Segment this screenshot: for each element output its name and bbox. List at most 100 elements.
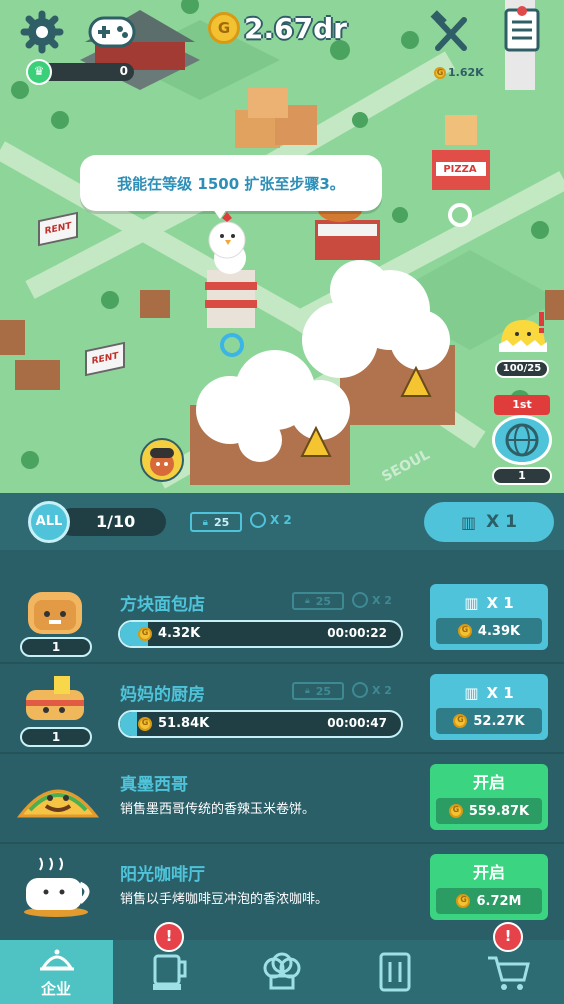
unlock-cost: 6.72M [476, 893, 522, 909]
lock-icon: 🔒︎ [304, 686, 310, 696]
business-list[interactable]: 2 1 方块面包店 🔒︎ 25 X 2 4.32K 00:00:22 ▥ X 1 [0, 493, 564, 940]
chick-counter: 100/25 [495, 360, 549, 378]
business-name: 妈妈的厨房 [120, 685, 205, 705]
level-lock-value: 25 [214, 515, 230, 529]
speed-indicator: X 2 [250, 512, 292, 528]
unlock-button[interactable]: 开启 559.87K [430, 764, 548, 830]
speed-tag: X 2 [352, 682, 392, 698]
chicken-mascot[interactable] [206, 212, 248, 260]
coin-icon [457, 624, 472, 638]
unlock-label: 开启 [472, 863, 505, 882]
building-icon: ▥ [461, 512, 477, 532]
gold-coin-icon: G [208, 12, 240, 44]
currency-display: G 2.67dr [208, 10, 347, 46]
business-name: 真墨西哥 [120, 775, 188, 795]
business-level: 1 [20, 637, 92, 657]
upgrade-multiplier: X 1 [486, 684, 514, 702]
build-tools-button[interactable] [428, 10, 474, 54]
business-level: 1 [20, 727, 92, 747]
lock-icon: 🔒︎ [304, 596, 310, 606]
coin-icon [448, 804, 463, 818]
hammer-wrench-icon [430, 10, 467, 51]
filter-all-button[interactable]: ALL [28, 501, 70, 543]
chef-hat-icon [262, 952, 302, 992]
currency-value: 2.67dr [244, 11, 347, 45]
list-item: 1 妈妈的厨房 🔒︎ 25 X 2 51.84K 00:00:47 ▥ X 1 … [0, 662, 564, 754]
city-map[interactable]: RENT RENT PIZZA SEOUL G 2.67dr ♛ 0 G 1.6… [0, 0, 564, 493]
multiplier-button[interactable]: ▥ X 1 [424, 502, 554, 542]
worker-icon [150, 448, 174, 476]
progress-text: 1/10 [96, 512, 136, 531]
notification-badge: ! [493, 922, 523, 952]
business-description: 销售以手烤咖啡豆冲泡的香浓咖啡。 [120, 892, 329, 907]
coin-icon [456, 894, 471, 908]
lock-icon: 🔒︎ [202, 516, 208, 528]
shopping-cart-icon [486, 954, 530, 992]
panel-header: ALL 1/10 🔒︎ 25 X 2 ▥ X 1 [0, 493, 564, 550]
chick-icon [499, 312, 547, 352]
coin-icon [138, 627, 152, 641]
taco-icon [16, 770, 100, 824]
notification-badge: ! [154, 922, 184, 952]
unlock-label: 开启 [472, 773, 505, 792]
tab-menu[interactable] [339, 940, 452, 1004]
pizza-income-tag[interactable]: 1.62K [434, 66, 484, 79]
business-name: 方块面包店 [120, 595, 205, 615]
rank-label: 1st [494, 395, 550, 415]
speech-text: 我能在等级 1500 扩张至步骤3。 [117, 174, 345, 193]
coin-icon [138, 717, 152, 731]
building-icon: ▥ [464, 594, 479, 612]
worker-avatar[interactable] [140, 438, 184, 482]
progress-fill [120, 712, 137, 736]
toast-icon [24, 584, 86, 636]
business-name: 阳光咖啡厅 [120, 865, 205, 885]
list-item: 1 方块面包店 🔒︎ 25 X 2 4.32K 00:00:22 ▥ X 1 4… [0, 572, 564, 664]
clock-icon [250, 512, 266, 528]
speed-tag: X 2 [352, 592, 392, 608]
clock-icon [352, 682, 368, 698]
chicken-icon [208, 212, 246, 259]
unlock-level: 25 [315, 684, 332, 698]
production-progress: 51.84K 00:00:47 [118, 710, 403, 738]
unlock-level: 25 [315, 594, 332, 608]
pizza-sign: PIZZA [443, 164, 477, 175]
speech-bubble: 我能在等级 1500 扩张至步骤3。 [80, 155, 382, 211]
coin-icon [453, 714, 468, 728]
settings-button[interactable] [20, 10, 64, 54]
unlock-level-box: 🔒︎ 25 [292, 682, 344, 700]
unlock-level-box: 🔒︎ 25 [292, 592, 344, 610]
clock-icon [352, 592, 368, 608]
pizza-income-value: 1.62K [448, 66, 484, 79]
speed-tag-label: X 2 [372, 683, 392, 697]
upgrade-cost: 4.39K [477, 623, 521, 639]
list-item: 阳光咖啡厅 销售以手烤咖啡豆冲泡的香浓咖啡。 开启 6.72M [0, 842, 564, 932]
gear-icon [20, 10, 64, 54]
tab-chef[interactable] [226, 940, 339, 1004]
sandwich-icon [22, 672, 88, 726]
menu-book-icon [377, 952, 413, 992]
progress-pill: 1/10 [58, 508, 166, 536]
tab-business-label: 企业 [40, 980, 71, 998]
gamepad-button[interactable] [88, 12, 136, 52]
speed-tag-label: X 2 [372, 593, 392, 607]
upgrade-button[interactable]: ▥ X 1 52.27K [430, 674, 548, 740]
level-bar[interactable]: ♛ 0 [26, 59, 136, 85]
globe-icon [492, 415, 552, 465]
unlock-cost: 559.87K [468, 803, 530, 819]
rank-badge[interactable]: 1st 1 [486, 395, 558, 487]
quest-list-button[interactable] [502, 6, 542, 54]
upgrade-button[interactable]: ▥ X 1 4.39K [430, 584, 548, 650]
unlock-button[interactable]: 开启 6.72M [430, 854, 548, 920]
income-value: 4.32K [158, 626, 201, 641]
coin-icon [434, 66, 446, 79]
business-description: 销售墨西哥传统的香辣玉米卷饼。 [120, 802, 316, 817]
upgrade-cost: 52.27K [473, 713, 525, 729]
timer-value: 00:00:22 [327, 626, 387, 640]
tab-business[interactable]: 企业 [0, 940, 113, 1004]
income-value: 51.84K [158, 716, 210, 731]
coffee-cup-icon [18, 856, 98, 918]
chick-reward[interactable]: 100/25 [495, 310, 555, 380]
speed-label: X 2 [270, 513, 292, 527]
multiplier-label: X 1 [486, 512, 517, 532]
crown-icon: ♛ [26, 59, 52, 85]
